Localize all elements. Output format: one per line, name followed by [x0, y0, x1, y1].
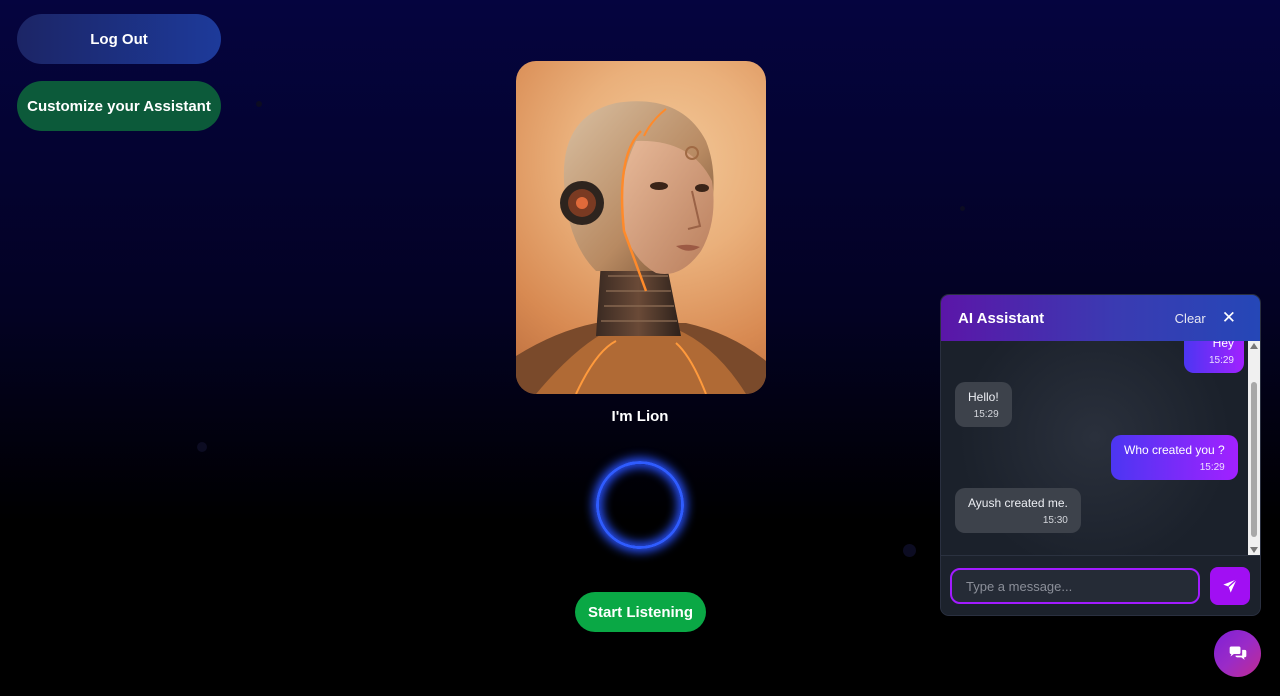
chat-message-assistant: Hello! 15:29 — [955, 382, 1012, 427]
scrollbar-thumb[interactable] — [1251, 382, 1257, 537]
clear-chat-button[interactable]: Clear — [1175, 311, 1206, 326]
robot-portrait-illustration — [516, 101, 766, 394]
message-text: Hello! — [968, 390, 999, 404]
assistant-image — [516, 61, 766, 394]
background-dot — [197, 442, 207, 452]
scroll-down-arrow-icon[interactable] — [1250, 547, 1258, 553]
start-listening-button[interactable]: Start Listening — [575, 592, 706, 632]
background-dot — [960, 206, 965, 211]
chat-title: AI Assistant — [958, 309, 1045, 327]
background-dot — [256, 101, 262, 107]
close-icon[interactable]: ✕ — [1222, 308, 1236, 328]
chat-message-user: Who created you ? 15:29 — [1111, 435, 1238, 480]
message-time: 15:29 — [973, 409, 999, 420]
send-icon — [1223, 578, 1238, 593]
chat-message-user: Hey 15:29 — [1184, 341, 1244, 373]
chat-message-assistant: Ayush created me. 15:30 — [955, 488, 1081, 533]
chat-panel: AI Assistant Clear ✕ Hey 15:29 Hello! 15… — [941, 295, 1260, 615]
message-text: Who created you ? — [1124, 443, 1225, 457]
message-time: 15:30 — [1042, 515, 1068, 526]
chat-bubbles-icon — [1229, 646, 1246, 660]
send-button[interactable] — [1210, 567, 1250, 605]
chat-input-row — [941, 555, 1260, 615]
message-time: 15:29 — [1208, 355, 1234, 366]
message-text: Hey — [1212, 341, 1234, 350]
message-input[interactable] — [950, 568, 1200, 604]
message-text: Ayush created me. — [968, 496, 1068, 510]
background-dot — [903, 544, 916, 557]
customize-assistant-button[interactable]: Customize your Assistant — [17, 81, 221, 131]
listening-indicator-ring — [596, 461, 684, 549]
message-time: 15:29 — [1199, 462, 1225, 473]
logout-button[interactable]: Log Out — [17, 14, 221, 64]
scroll-up-arrow-icon[interactable] — [1250, 343, 1258, 349]
chat-messages: Hey 15:29 Hello! 15:29 Who created you ?… — [941, 341, 1248, 555]
chat-scrollbar[interactable] — [1248, 341, 1260, 555]
chat-header: AI Assistant Clear ✕ — [941, 295, 1260, 341]
chat-toggle-button[interactable] — [1214, 630, 1261, 677]
